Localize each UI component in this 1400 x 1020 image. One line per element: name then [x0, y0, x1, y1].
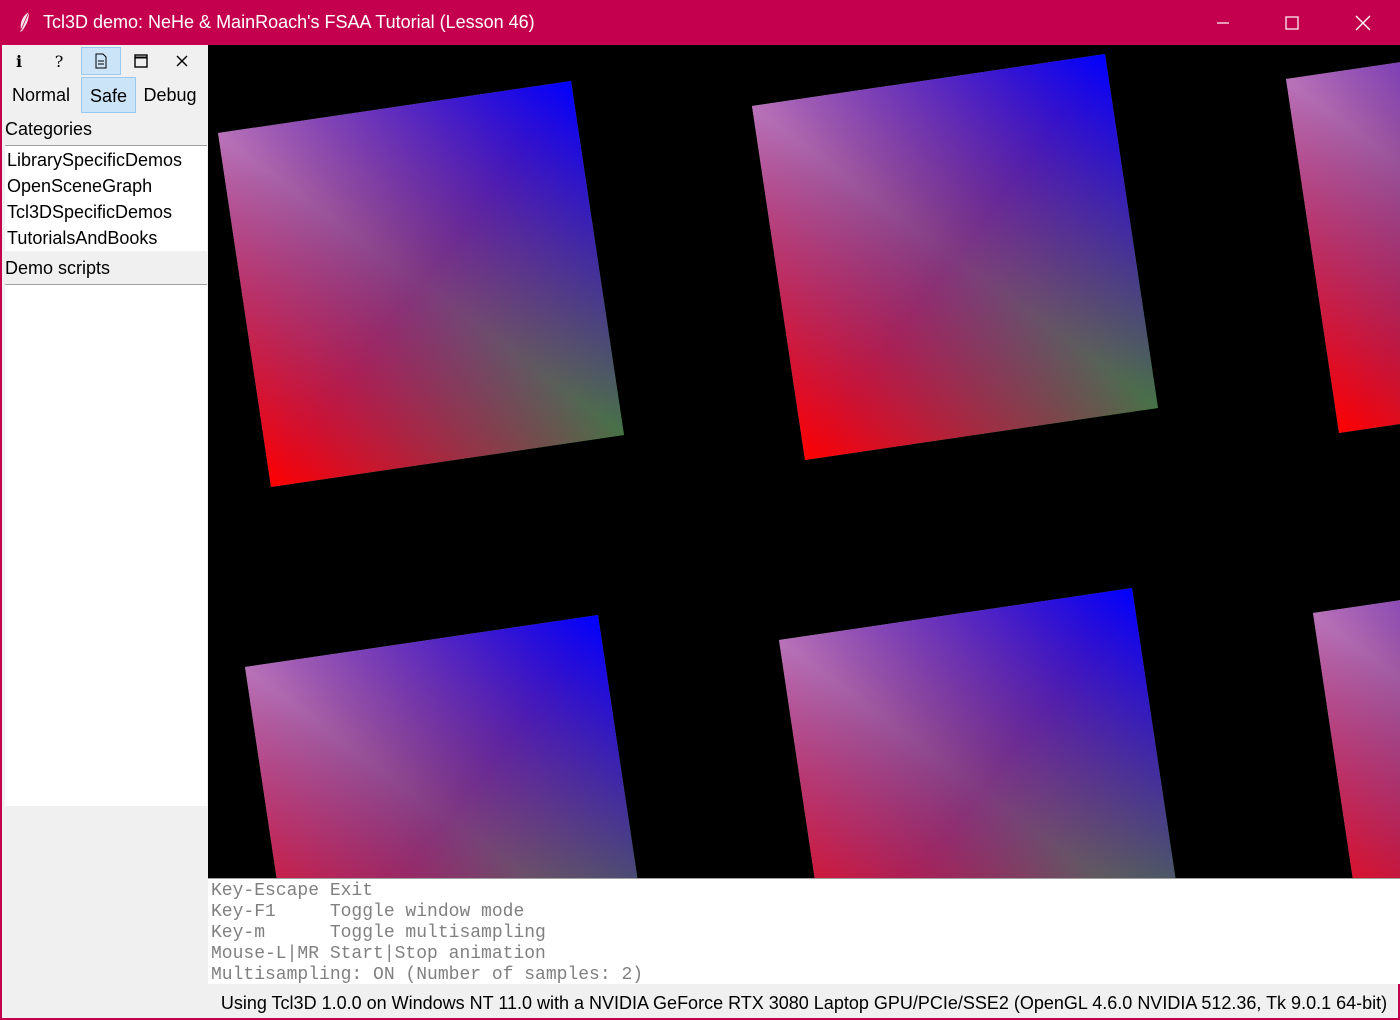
status-bar: Using Tcl3D 1.0.0 on Windows NT 11.0 wit… [220, 993, 1388, 1013]
demo-scripts-list[interactable] [5, 284, 207, 806]
title-bar[interactable]: Tcl3D demo: NeHe & MainRoach's FSAA Tuto… [0, 0, 1400, 45]
list-item[interactable]: TutorialsAndBooks [5, 225, 207, 251]
window-title: Tcl3D demo: NeHe & MainRoach's FSAA Tuto… [43, 12, 535, 32]
render-view [218, 54, 1400, 878]
help-button[interactable]: ? [39, 47, 79, 75]
console-line: Key-F1 Toggle window mode [211, 902, 525, 922]
app-window: Tcl3D demo: NeHe & MainRoach's FSAA Tuto… [0, 0, 1400, 1020]
maximize-icon [1285, 15, 1299, 30]
sidebar: i ? Normal Safe Debug Categories Library… [2, 45, 208, 1018]
list-item[interactable]: OpenSceneGraph [5, 173, 207, 199]
gradient-quad [218, 81, 624, 487]
document-button[interactable] [81, 47, 121, 75]
help-icon: ? [54, 51, 64, 71]
mode-normal-button[interactable]: Normal [4, 77, 78, 113]
exit-button[interactable] [162, 47, 202, 75]
list-item[interactable]: LibrarySpecificDemos [5, 147, 207, 173]
list-item[interactable]: Tcl3DSpecificDemos [5, 199, 207, 225]
maximize-button[interactable] [1257, 0, 1327, 45]
close-icon [176, 55, 188, 67]
gradient-quad [245, 615, 638, 878]
console-line: Key-Escape Exit [211, 881, 374, 901]
demo-scripts-label: Demo scripts [5, 258, 111, 278]
opengl-canvas[interactable] [208, 45, 1400, 878]
minimize-icon [1217, 21, 1229, 24]
info-button[interactable]: i [0, 47, 39, 75]
feather-icon [20, 11, 30, 32]
close-window-button[interactable] [1328, 0, 1398, 45]
mode-safe-button[interactable]: Safe [81, 77, 136, 113]
gradient-quad [779, 588, 1176, 878]
info-icon: i [15, 51, 23, 71]
mode-debug-button[interactable]: Debug [137, 77, 203, 113]
gradient-quad [1313, 600, 1400, 878]
minimize-button[interactable] [1188, 0, 1258, 45]
categories-list[interactable]: LibrarySpecificDemos OpenSceneGraph Tcl3… [5, 145, 207, 251]
console-line: Key-m Toggle multisampling [211, 923, 546, 943]
console-line: Multisampling: ON (Number of samples: 2) [211, 965, 644, 985]
console-line: Mouse-L|MR Start|Stop animation [211, 944, 546, 964]
close-window-icon [1355, 15, 1371, 30]
categories-label: Categories [5, 119, 93, 139]
window-mode-icon [134, 54, 148, 68]
document-icon [95, 53, 107, 69]
gradient-quad [752, 54, 1158, 460]
gradient-quad [1286, 62, 1400, 433]
window-mode-button[interactable] [121, 47, 161, 75]
help-console[interactable]: Key-Escape Exit Key-F1 Toggle window mod… [208, 878, 1400, 985]
